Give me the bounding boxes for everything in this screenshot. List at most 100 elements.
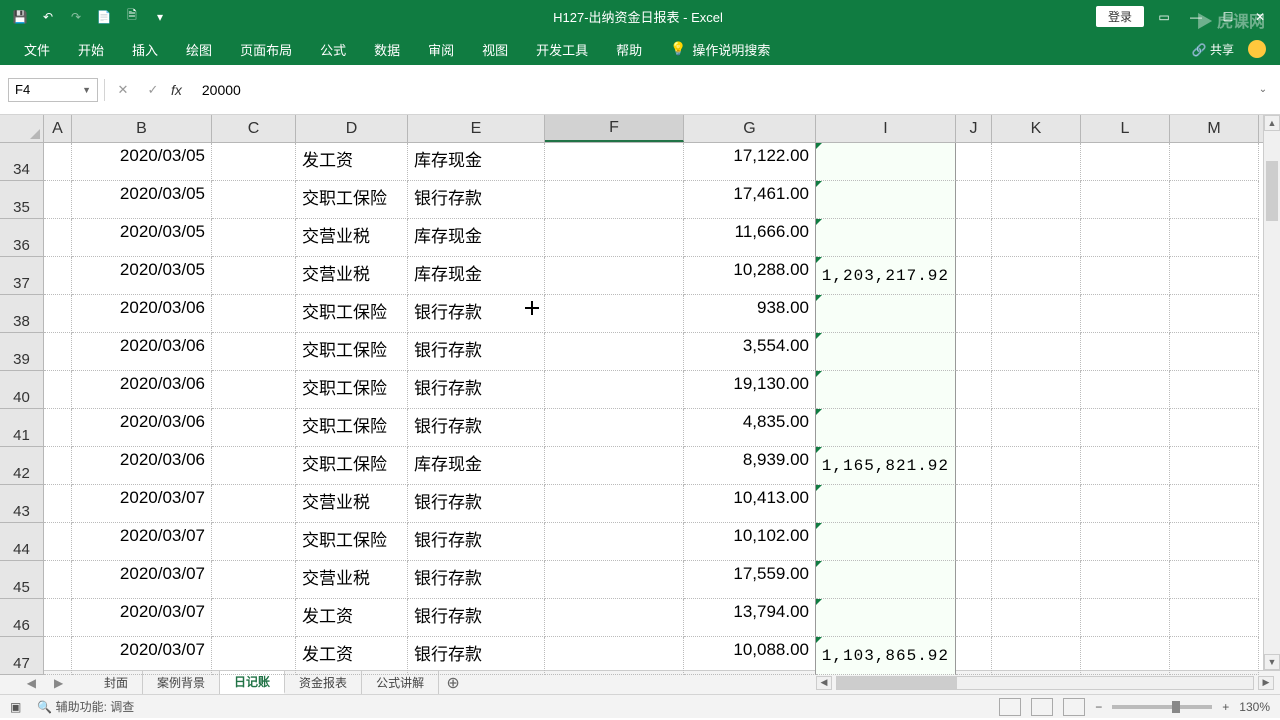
cell-category[interactable]: 交职工保险 xyxy=(296,295,408,333)
cell[interactable] xyxy=(545,181,684,219)
cell[interactable] xyxy=(1081,257,1170,295)
tab-pagelayout[interactable]: 页面布局 xyxy=(226,33,306,65)
row-header[interactable]: 43 xyxy=(0,485,44,523)
cell[interactable] xyxy=(992,409,1081,447)
cell-category[interactable]: 交职工保险 xyxy=(296,333,408,371)
row-header[interactable]: 41 xyxy=(0,409,44,447)
row-header[interactable]: 37 xyxy=(0,257,44,295)
cell[interactable] xyxy=(1081,637,1170,675)
cell[interactable] xyxy=(992,523,1081,561)
cell[interactable] xyxy=(545,447,684,485)
cell[interactable] xyxy=(1170,371,1259,409)
cell-amount[interactable]: 11,666.00 xyxy=(684,219,816,257)
cell[interactable] xyxy=(545,219,684,257)
cell[interactable] xyxy=(1081,143,1170,181)
cell[interactable] xyxy=(956,523,992,561)
record-macro-icon[interactable]: ▣ xyxy=(10,700,21,714)
cell-amount[interactable]: 3,554.00 xyxy=(684,333,816,371)
cell-amount[interactable]: 19,130.00 xyxy=(684,371,816,409)
cell[interactable] xyxy=(956,257,992,295)
scroll-left-icon[interactable]: ◀ xyxy=(816,676,832,690)
tab-draw[interactable]: 绘图 xyxy=(172,33,226,65)
cell[interactable] xyxy=(44,295,72,333)
cell[interactable] xyxy=(44,485,72,523)
cell-balance[interactable]: 1,165,821.92 xyxy=(816,447,956,485)
row-header[interactable]: 46 xyxy=(0,599,44,637)
cell[interactable] xyxy=(212,637,296,675)
tab-home[interactable]: 开始 xyxy=(64,33,118,65)
cell-balance[interactable] xyxy=(816,219,956,257)
cell[interactable] xyxy=(44,257,72,295)
cancel-formula-icon[interactable]: ✕ xyxy=(111,78,135,102)
cell[interactable] xyxy=(956,371,992,409)
cell[interactable] xyxy=(956,637,992,675)
cell-account[interactable]: 银行存款 xyxy=(408,333,545,371)
cell-date[interactable]: 2020/03/05 xyxy=(72,257,212,295)
formula-input[interactable] xyxy=(194,78,1248,102)
cell-account[interactable]: 银行存款 xyxy=(408,523,545,561)
zoom-slider[interactable] xyxy=(1112,705,1212,709)
h-scroll-track[interactable] xyxy=(836,676,1254,690)
cell[interactable] xyxy=(545,485,684,523)
chevron-down-icon[interactable]: ▼ xyxy=(82,85,91,95)
col-header-m[interactable]: M xyxy=(1170,115,1259,142)
cell[interactable] xyxy=(1081,485,1170,523)
cell[interactable] xyxy=(212,181,296,219)
cell[interactable] xyxy=(1170,561,1259,599)
cell-account[interactable]: 库存现金 xyxy=(408,447,545,485)
cell[interactable] xyxy=(545,333,684,371)
cell[interactable] xyxy=(212,295,296,333)
cell-category[interactable]: 交营业税 xyxy=(296,219,408,257)
cell-balance[interactable] xyxy=(816,181,956,219)
cell[interactable] xyxy=(1081,561,1170,599)
cell[interactable] xyxy=(956,181,992,219)
cell-amount[interactable]: 17,461.00 xyxy=(684,181,816,219)
cell[interactable] xyxy=(956,485,992,523)
cell-category[interactable]: 交职工保险 xyxy=(296,523,408,561)
cell[interactable] xyxy=(992,485,1081,523)
page-break-view-icon[interactable] xyxy=(1063,698,1085,716)
cell[interactable] xyxy=(1170,599,1259,637)
tab-formulas[interactable]: 公式 xyxy=(306,33,360,65)
cell-date[interactable]: 2020/03/07 xyxy=(72,485,212,523)
cell[interactable] xyxy=(212,561,296,599)
row-header[interactable]: 35 xyxy=(0,181,44,219)
cell-account[interactable]: 银行存款 xyxy=(408,637,545,675)
cell[interactable] xyxy=(992,219,1081,257)
sheet-nav-prev-icon[interactable]: ◀ xyxy=(27,676,36,690)
cell-balance[interactable] xyxy=(816,409,956,447)
cell-date[interactable]: 2020/03/07 xyxy=(72,561,212,599)
cell-account[interactable]: 库存现金 xyxy=(408,257,545,295)
scroll-down-icon[interactable]: ▼ xyxy=(1264,654,1280,670)
cell-balance[interactable] xyxy=(816,599,956,637)
cell[interactable] xyxy=(44,599,72,637)
zoom-out-icon[interactable]: − xyxy=(1095,700,1102,714)
cell[interactable] xyxy=(44,143,72,181)
cell-amount[interactable]: 10,413.00 xyxy=(684,485,816,523)
cell-date[interactable]: 2020/03/06 xyxy=(72,447,212,485)
cell[interactable] xyxy=(1170,219,1259,257)
normal-view-icon[interactable] xyxy=(999,698,1021,716)
vertical-scrollbar[interactable]: ▲ ▼ xyxy=(1263,115,1280,670)
col-header-l[interactable]: L xyxy=(1081,115,1170,142)
page-layout-view-icon[interactable] xyxy=(1031,698,1053,716)
cell-category[interactable]: 交职工保险 xyxy=(296,181,408,219)
login-button[interactable]: 登录 xyxy=(1096,6,1144,27)
cell-account[interactable]: 银行存款 xyxy=(408,295,545,333)
cell-category[interactable]: 交职工保险 xyxy=(296,371,408,409)
tab-file[interactable]: 文件 xyxy=(10,33,64,65)
cell[interactable] xyxy=(1170,409,1259,447)
cell[interactable] xyxy=(1170,181,1259,219)
cell-amount[interactable]: 938.00 xyxy=(684,295,816,333)
spreadsheet-grid[interactable]: A B C D E F G I J K L M 342020/03/05发工资库… xyxy=(0,115,1280,670)
cell-balance[interactable] xyxy=(816,485,956,523)
cell-balance[interactable] xyxy=(816,295,956,333)
cell[interactable] xyxy=(1170,485,1259,523)
cell[interactable] xyxy=(1081,409,1170,447)
scroll-up-icon[interactable]: ▲ xyxy=(1264,115,1280,131)
col-header-g[interactable]: G xyxy=(684,115,816,142)
col-header-k[interactable]: K xyxy=(992,115,1081,142)
cell[interactable] xyxy=(956,409,992,447)
cell[interactable] xyxy=(992,637,1081,675)
cell[interactable] xyxy=(1170,143,1259,181)
